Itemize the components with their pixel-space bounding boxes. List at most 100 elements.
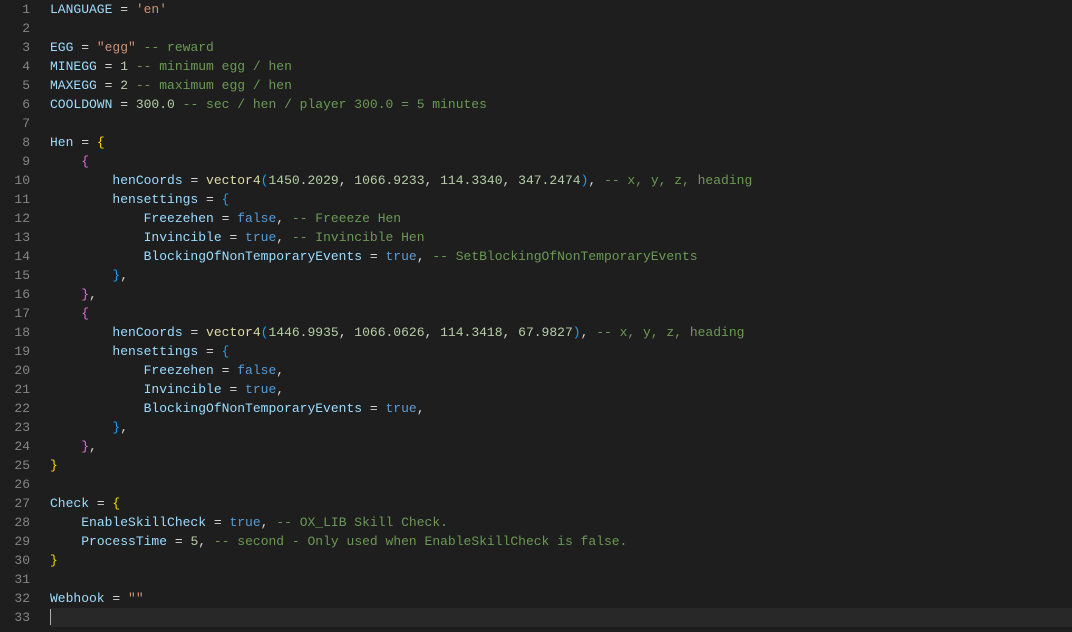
code-line[interactable]: henCoords = vector4(1446.9935, 1066.0626… xyxy=(50,323,1072,342)
line-number: 26 xyxy=(0,475,30,494)
token-com: -- minimum egg / hen xyxy=(136,59,292,74)
token-num: 1450.2029 xyxy=(268,173,338,188)
code-line[interactable] xyxy=(50,114,1072,133)
token-op: = xyxy=(97,59,120,74)
line-number: 8 xyxy=(0,133,30,152)
code-line[interactable]: Check = { xyxy=(50,494,1072,513)
token-op: = xyxy=(73,40,96,55)
token-com: -- x, y, z, heading xyxy=(604,173,752,188)
token-com: -- reward xyxy=(144,40,214,55)
token-op: = xyxy=(206,515,229,530)
code-line[interactable]: MAXEGG = 2 -- maximum egg / hen xyxy=(50,76,1072,95)
code-line[interactable] xyxy=(50,19,1072,38)
code-line[interactable]: Invincible = true, -- Invincible Hen xyxy=(50,228,1072,247)
token-kw: Freezehen xyxy=(144,363,214,378)
token-num: 1066.9233 xyxy=(354,173,424,188)
token-kw: Invincible xyxy=(144,230,222,245)
token-op: = xyxy=(214,211,237,226)
token-num: 1 xyxy=(120,59,128,74)
token-op xyxy=(128,59,136,74)
token-num: 67.9827 xyxy=(518,325,573,340)
code-line[interactable]: }, xyxy=(50,418,1072,437)
line-number: 2 xyxy=(0,19,30,38)
code-line[interactable]: }, xyxy=(50,285,1072,304)
line-number: 11 xyxy=(0,190,30,209)
token-kw: LANGUAGE xyxy=(50,2,112,17)
token-func: vector4 xyxy=(206,173,261,188)
token-brcM: } xyxy=(81,439,89,454)
line-number: 22 xyxy=(0,399,30,418)
code-line[interactable]: }, xyxy=(50,437,1072,456)
line-number: 3 xyxy=(0,38,30,57)
token-op xyxy=(50,268,112,283)
code-line[interactable]: Hen = { xyxy=(50,133,1072,152)
token-op: , xyxy=(198,534,206,549)
token-op xyxy=(175,97,183,112)
token-bool: true xyxy=(245,382,276,397)
code-line[interactable]: EnableSkillCheck = true, -- OX_LIB Skill… xyxy=(50,513,1072,532)
token-bool: false xyxy=(237,211,276,226)
token-op xyxy=(50,534,81,549)
code-line[interactable] xyxy=(50,570,1072,589)
code-line[interactable]: MINEGG = 1 -- minimum egg / hen xyxy=(50,57,1072,76)
token-op: , xyxy=(276,363,284,378)
code-line[interactable]: { xyxy=(50,152,1072,171)
code-line[interactable]: } xyxy=(50,456,1072,475)
token-op xyxy=(50,154,81,169)
code-editor[interactable]: 1234567891011121314151617181920212223242… xyxy=(0,0,1072,632)
token-kw: COOLDOWN xyxy=(50,97,112,112)
token-op: , xyxy=(89,287,97,302)
token-kw: MINEGG xyxy=(50,59,97,74)
code-line[interactable] xyxy=(50,475,1072,494)
token-kw: hensettings xyxy=(112,344,198,359)
code-line[interactable]: BlockingOfNonTemporaryEvents = true, xyxy=(50,399,1072,418)
token-kw: ProcessTime xyxy=(81,534,167,549)
token-str: 'en' xyxy=(136,2,167,17)
token-op: , xyxy=(503,173,519,188)
code-line[interactable]: hensettings = { xyxy=(50,342,1072,361)
token-num: 2 xyxy=(120,78,128,93)
token-brc: } xyxy=(50,553,58,568)
code-line[interactable] xyxy=(50,608,1072,627)
code-line[interactable]: Freezehen = false, -- Freeeze Hen xyxy=(50,209,1072,228)
code-line[interactable]: { xyxy=(50,304,1072,323)
token-op xyxy=(50,382,144,397)
code-line[interactable]: henCoords = vector4(1450.2029, 1066.9233… xyxy=(50,171,1072,190)
code-line[interactable]: EGG = "egg" -- reward xyxy=(50,38,1072,57)
token-kw: henCoords xyxy=(112,325,182,340)
line-number: 1 xyxy=(0,0,30,19)
code-line[interactable]: }, xyxy=(50,266,1072,285)
code-line[interactable]: Freezehen = false, xyxy=(50,361,1072,380)
code-line[interactable]: LANGUAGE = 'en' xyxy=(50,0,1072,19)
code-line[interactable]: Webhook = "" xyxy=(50,589,1072,608)
token-num: 1066.0626 xyxy=(354,325,424,340)
token-bool: true xyxy=(229,515,260,530)
token-op: , xyxy=(89,439,97,454)
code-line[interactable]: Invincible = true, xyxy=(50,380,1072,399)
token-op: = xyxy=(198,192,221,207)
token-brcM: } xyxy=(81,287,89,302)
code-line[interactable]: } xyxy=(50,551,1072,570)
token-op: = xyxy=(183,325,206,340)
token-com: -- sec / hen / player 300.0 = 5 minutes xyxy=(183,97,487,112)
code-line[interactable]: COOLDOWN = 300.0 -- sec / hen / player 3… xyxy=(50,95,1072,114)
token-num: 114.3340 xyxy=(440,173,502,188)
token-op: , xyxy=(425,325,441,340)
token-op: = xyxy=(222,230,245,245)
token-kw: MAXEGG xyxy=(50,78,97,93)
code-line[interactable]: BlockingOfNonTemporaryEvents = true, -- … xyxy=(50,247,1072,266)
token-op xyxy=(50,249,144,264)
code-line[interactable]: ProcessTime = 5, -- second - Only used w… xyxy=(50,532,1072,551)
code-area[interactable]: LANGUAGE = 'en'EGG = "egg" -- rewardMINE… xyxy=(40,0,1072,632)
token-brcB: { xyxy=(222,344,230,359)
token-op xyxy=(50,230,144,245)
code-line[interactable]: hensettings = { xyxy=(50,190,1072,209)
token-com: -- OX_LIB Skill Check. xyxy=(276,515,448,530)
line-number: 12 xyxy=(0,209,30,228)
token-com: -- second - Only used when EnableSkillCh… xyxy=(214,534,627,549)
token-op xyxy=(50,173,112,188)
line-number: 18 xyxy=(0,323,30,342)
token-num: 300.0 xyxy=(136,97,175,112)
line-number: 27 xyxy=(0,494,30,513)
token-op: , xyxy=(276,230,284,245)
